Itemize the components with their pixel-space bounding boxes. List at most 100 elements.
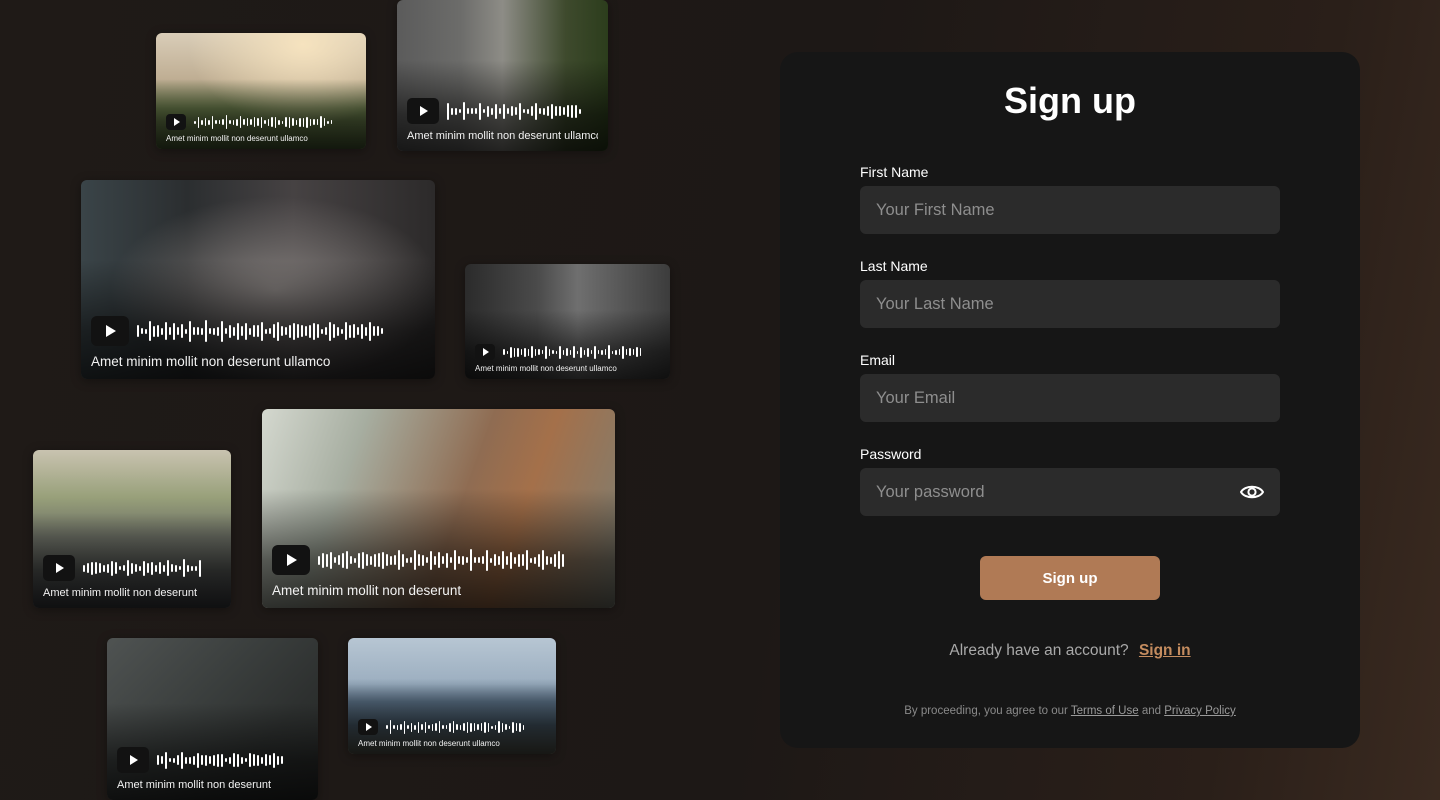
waveform-bar [373,326,375,336]
video-card[interactable]: Amet minim mollit non deserunt ullamco [465,264,670,379]
waveform-bar [253,117,255,127]
terms-link[interactable]: Terms of Use [1071,705,1139,717]
waveform-bar [246,118,248,126]
waveform-bar [594,345,596,359]
waveform-bar [377,326,379,336]
play-icon [106,325,116,337]
waveform-bar [470,549,472,571]
waveform-bar [487,722,489,732]
waveform-bar [273,324,275,338]
waveform-bar [273,752,275,768]
waveform-bar [365,326,367,336]
video-card[interactable]: Amet minim mollit non deserunt [33,450,231,608]
waveform-bar [458,556,460,564]
waveform-bar [604,349,606,355]
waveform-bar [366,554,368,566]
video-card[interactable]: Amet minim mollit non deserunt ullamco [81,180,435,379]
privacy-link[interactable]: Privacy Policy [1164,705,1236,717]
waveform-bar [477,724,479,730]
waveform-bar [547,106,549,116]
waveform-bar [503,349,505,355]
play-button[interactable] [358,719,378,735]
waveform-bar [510,346,512,358]
waveform-bar [526,550,528,570]
waveform-bar [243,119,245,125]
waveform-bar [265,754,267,766]
play-icon [56,563,64,573]
waveform-bar [571,104,573,118]
video-card[interactable]: Amet minim mollit non deserunt [107,638,318,800]
play-button[interactable] [407,98,439,124]
waveform-bar [455,107,457,115]
audio-waveform [137,320,425,342]
waveform-bar [622,345,624,359]
waveform-bar [353,324,355,338]
eye-icon[interactable] [1240,482,1264,502]
last-name-input[interactable]: Your Last Name [860,280,1280,328]
waveform-bar [338,555,340,565]
waveform-bar [111,560,113,576]
audio-waveform [318,549,605,571]
waveform-bar [625,349,627,355]
signup-button[interactable]: Sign up [980,556,1160,600]
waveform-bar [99,563,101,573]
waveform-bar [558,551,560,569]
card-caption: Amet minim mollit non deserunt ullamco [407,130,598,142]
waveform-bar [431,723,433,731]
legal-notice: By proceeding, you agree to our Terms of… [860,705,1280,717]
waveform-bar [398,550,400,570]
video-card[interactable]: Amet minim mollit non deserunt ullamco [348,638,556,754]
video-card[interactable]: Amet minim mollit non deserunt ullamco [156,33,366,149]
video-card[interactable]: Amet minim mollit non deserunt [262,409,615,608]
email-input[interactable]: Your Email [860,374,1280,422]
card-caption: Amet minim mollit non deserunt ullamco [91,354,331,369]
password-input[interactable]: Your password [860,468,1280,516]
first-name-input[interactable]: Your First Name [860,186,1280,234]
waveform-bar [508,725,510,729]
waveform-bar [83,564,85,572]
waveform-bar [478,557,480,563]
waveform-bar [559,106,561,116]
play-button[interactable] [117,747,149,773]
waveform-bar [177,755,179,765]
waveform-bar [354,557,356,563]
waveform-bar [386,554,388,566]
play-button[interactable] [272,545,310,575]
play-button[interactable] [166,114,186,130]
waveform-bar [321,328,323,334]
waveform-bar [91,561,93,575]
waveform-bar [513,347,515,357]
play-button[interactable] [91,316,129,346]
waveform-bar [551,103,553,119]
waveform-bar [494,554,496,566]
waveform-bar [330,120,332,124]
video-card[interactable]: Amet minim mollit non deserunt ullamco [397,0,608,151]
waveform-bar [535,102,537,120]
waveform-bar [407,725,409,729]
waveform-bar [636,347,638,357]
waveform-bar [205,320,207,342]
waveform-bar [519,102,521,120]
waveform-bar [239,116,241,128]
play-button[interactable] [43,555,75,581]
waveform-bar [313,322,315,340]
waveform-bar [543,107,545,115]
waveform-bar [334,557,336,563]
signin-link[interactable]: Sign in [1139,642,1191,659]
card-caption: Amet minim mollit non deserunt [43,587,198,599]
waveform-bar [569,349,571,355]
waveform-bar [510,551,512,569]
waveform-bar [187,564,189,572]
card-caption: Amet minim mollit non deserunt [272,583,462,598]
waveform-bar [229,756,231,764]
waveform-bar [139,565,141,571]
waveform-bar [389,720,391,734]
already-text: Already have an account? [949,642,1129,659]
waveform-bar [442,556,444,564]
waveform-bar [333,324,335,338]
waveform-bar [341,328,343,334]
waveform-bar [396,724,398,730]
waveform-bar [538,349,540,355]
waveform-bar [185,328,187,334]
play-button[interactable] [475,344,495,360]
